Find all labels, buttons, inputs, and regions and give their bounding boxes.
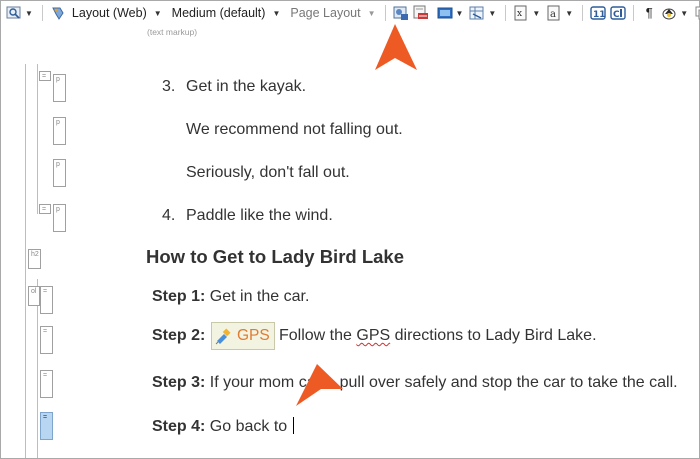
toolbar-divider	[505, 5, 507, 21]
list-number: 3.	[162, 78, 176, 95]
list-item-text: Paddle like the wind.	[186, 207, 333, 224]
svg-text:11: 11	[593, 10, 606, 20]
shading-button[interactable]	[692, 3, 700, 23]
list-item-text: Get in the kayak.	[186, 78, 307, 95]
structure-tag[interactable]: p	[53, 204, 66, 232]
chevron-down-icon[interactable]: ▼	[532, 9, 540, 18]
structure-tag[interactable]: =	[39, 204, 51, 214]
document-body[interactable]: 3. Get in the kayak. We recommend not fa…	[140, 64, 698, 456]
toolbar-divider	[633, 5, 635, 21]
structure-tag-selected[interactable]: =	[40, 412, 53, 440]
shading-icon	[694, 5, 700, 21]
structure-tag[interactable]: p	[53, 74, 66, 102]
step-4: Step 4: Go back to	[152, 417, 294, 436]
structure-tag[interactable]: =	[40, 286, 53, 314]
chevron-down-icon[interactable]: ▼	[25, 9, 33, 18]
structure-tag[interactable]: =	[39, 71, 51, 81]
structure-tag[interactable]: =	[40, 370, 53, 398]
structure-line	[37, 64, 38, 214]
text-markup-hint: (text markup)	[147, 27, 198, 37]
preview-button[interactable]: ▼	[1, 3, 37, 23]
size-label: Medium (default)	[171, 6, 266, 20]
page-layout-dropdown[interactable]: Page Layout ▼	[288, 3, 379, 23]
step-label: Step 4:	[152, 418, 206, 435]
step-3: Step 3: If your mom calls, pull over saf…	[152, 374, 678, 392]
highlight-button[interactable]: ▼	[659, 3, 692, 23]
insert-variable-button[interactable]: a ▼	[544, 3, 577, 23]
chevron-down-icon[interactable]: ▼	[565, 9, 573, 18]
size-dropdown[interactable]: Medium (default) ▼	[170, 3, 285, 23]
layout-label: Layout (Web)	[71, 6, 147, 20]
annotation-arrow-icon	[375, 24, 417, 70]
step-text: Follow the GPS directions to Lady Bird L…	[279, 327, 597, 344]
insert-link-button[interactable]	[411, 3, 431, 23]
preview-icon	[6, 5, 22, 21]
page-layout-label: Page Layout	[290, 6, 361, 20]
insert-table-icon	[469, 5, 485, 21]
structure-tag[interactable]: p	[53, 159, 66, 187]
text-cursor	[292, 417, 294, 434]
list-number: 4.	[162, 207, 176, 224]
chevron-down-icon: ▼	[367, 8, 376, 18]
step-label: Step 2:	[152, 327, 206, 344]
insert-link-icon	[413, 5, 429, 21]
highlight-icon	[661, 5, 677, 21]
paragraph: Seriously, don't fall out.	[186, 164, 350, 181]
insert-snippet-button[interactable]: 11	[588, 3, 608, 23]
section-heading: How to Get to Lady Bird Lake	[146, 246, 404, 267]
step-label: Step 3:	[152, 374, 206, 391]
insert-image-icon	[393, 5, 409, 21]
toolbar: ▼ Layout (Web) ▼ Medium (default) ▼ Page…	[1, 1, 700, 25]
structure-line	[25, 64, 26, 458]
gps-snippet-button[interactable]: GPS	[211, 322, 275, 350]
satellite-icon	[215, 327, 233, 345]
step-text: Get in the car.	[209, 288, 310, 305]
layout-dropdown[interactable]: Layout (Web) ▼	[48, 3, 166, 23]
insert-snippet-icon: 11	[590, 5, 606, 21]
insert-image-button[interactable]	[391, 3, 411, 23]
insert-field-button[interactable]: x ▼	[511, 3, 544, 23]
gps-label: GPS	[237, 327, 270, 344]
toolbar-divider	[384, 5, 386, 21]
annotation-arrow-icon	[296, 364, 343, 406]
svg-text:a: a	[550, 9, 556, 20]
insert-media-button[interactable]: ▼	[435, 3, 468, 23]
text-box-icon: C	[610, 5, 626, 21]
chevron-down-icon[interactable]: ▼	[456, 9, 464, 18]
toolbar-divider	[582, 5, 584, 21]
structure-tag[interactable]: =	[40, 326, 53, 354]
chevron-down-icon: ▼	[153, 8, 162, 18]
step-text: Go back to	[209, 418, 292, 435]
layout-icon	[50, 5, 66, 21]
text-box-button[interactable]: C	[608, 3, 628, 23]
chevron-down-icon[interactable]: ▼	[680, 9, 688, 18]
step-label: Step 1:	[152, 288, 206, 305]
paragraph: We recommend not falling out.	[186, 121, 403, 138]
paragraph-mark-button[interactable]: ¶	[639, 3, 659, 23]
structure-tag[interactable]: p	[53, 117, 66, 145]
chevron-down-icon: ▼	[272, 8, 281, 18]
svg-text:x: x	[517, 9, 522, 19]
paragraph-mark-icon: ¶	[645, 5, 653, 20]
toolbar-divider	[41, 5, 43, 21]
structure-bars-pane: = p p p = p h2 ol = = = =	[1, 64, 136, 458]
insert-field-icon: x	[513, 5, 529, 21]
step-text: If your mom calls, pull over safely and …	[209, 374, 678, 391]
insert-media-icon	[437, 5, 453, 21]
insert-table-button[interactable]: ▼	[467, 3, 500, 23]
step-2: Step 2:	[152, 327, 205, 345]
svg-text:C: C	[613, 10, 620, 20]
insert-variable-icon: a	[546, 5, 562, 21]
step-1: Step 1: Get in the car.	[152, 288, 309, 306]
structure-tag[interactable]: h2	[28, 249, 41, 269]
chevron-down-icon[interactable]: ▼	[488, 9, 496, 18]
structure-tag[interactable]: ol	[28, 286, 40, 306]
